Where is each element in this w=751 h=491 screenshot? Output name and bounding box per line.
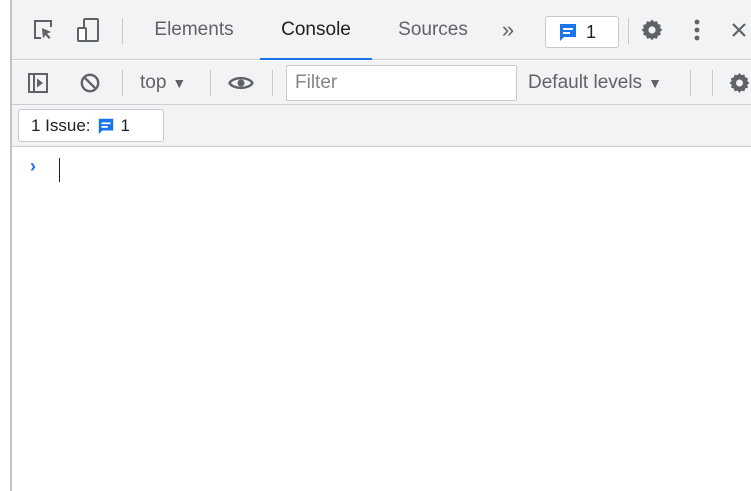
toolbar-separator (272, 70, 273, 96)
triangle-down-icon: ▼ (648, 75, 662, 91)
console-prompt-chevron-icon: › (30, 156, 36, 176)
message-square-icon (98, 118, 113, 134)
log-levels-label: Default levels (528, 72, 643, 93)
message-square-icon (560, 24, 576, 41)
toolbar-separator (690, 70, 691, 96)
tab-sources[interactable]: Sources (380, 0, 486, 60)
show-sidebar-button[interactable] (24, 61, 52, 105)
device-toolbar-button[interactable] (72, 0, 104, 60)
clear-console-button[interactable] (76, 61, 104, 105)
inspect-element-icon (34, 20, 52, 39)
issues-label: 1 Issue: (31, 115, 91, 135)
toolbar-separator (712, 70, 713, 96)
sidebar-toggle-icon (28, 73, 48, 93)
tab-elements[interactable]: Elements (140, 0, 248, 60)
tab-separator (122, 18, 123, 44)
device-toggle-icon (77, 18, 99, 42)
console-output-area[interactable]: › (12, 148, 751, 491)
close-icon (732, 23, 746, 37)
tab-label: Sources (398, 19, 468, 40)
context-value: top (140, 72, 167, 93)
customize-menu-button[interactable] (684, 0, 710, 60)
issues-counter-button[interactable]: 1 (545, 16, 619, 48)
console-input-caret[interactable] (59, 158, 60, 182)
gear-icon (641, 19, 663, 41)
more-tabs-button[interactable]: » (492, 0, 524, 60)
settings-button[interactable] (636, 0, 668, 60)
tab-separator (628, 18, 629, 44)
console-settings-button[interactable] (728, 61, 751, 105)
issues-bar: 1 Issue: 1 (12, 105, 751, 147)
close-devtools-button[interactable] (730, 0, 751, 60)
log-levels-dropdown[interactable]: Default levels ▼ (528, 61, 662, 105)
tab-console[interactable]: Console (260, 0, 372, 60)
more-tabs-icon: » (501, 17, 515, 42)
gear-icon (729, 72, 750, 93)
triangle-down-icon: ▼ (172, 75, 187, 91)
kebab-menu-icon (694, 19, 700, 41)
eye-icon (228, 76, 254, 90)
toolbar-separator (210, 70, 211, 96)
devtools-panel: Elements Console Sources » 1 top ▼ Filte… (12, 0, 751, 491)
block-icon (80, 73, 100, 93)
issues-count: 1 (586, 21, 597, 42)
tab-label: Console (281, 19, 351, 40)
filter-input[interactable] (286, 65, 517, 101)
window-edge (0, 0, 12, 491)
open-issues-button[interactable]: 1 Issue: 1 (18, 109, 164, 142)
execution-context-select[interactable]: top ▼ (140, 61, 186, 105)
tab-label: Elements (154, 19, 234, 40)
issues-bar-count: 1 (120, 115, 131, 135)
inspect-element-button[interactable] (28, 0, 58, 60)
toolbar-separator (122, 70, 123, 96)
main-tab-bar: Elements Console Sources » 1 (12, 0, 751, 60)
live-expression-button[interactable] (224, 61, 258, 105)
console-toolbar: top ▼ Default levels ▼ (12, 61, 751, 105)
